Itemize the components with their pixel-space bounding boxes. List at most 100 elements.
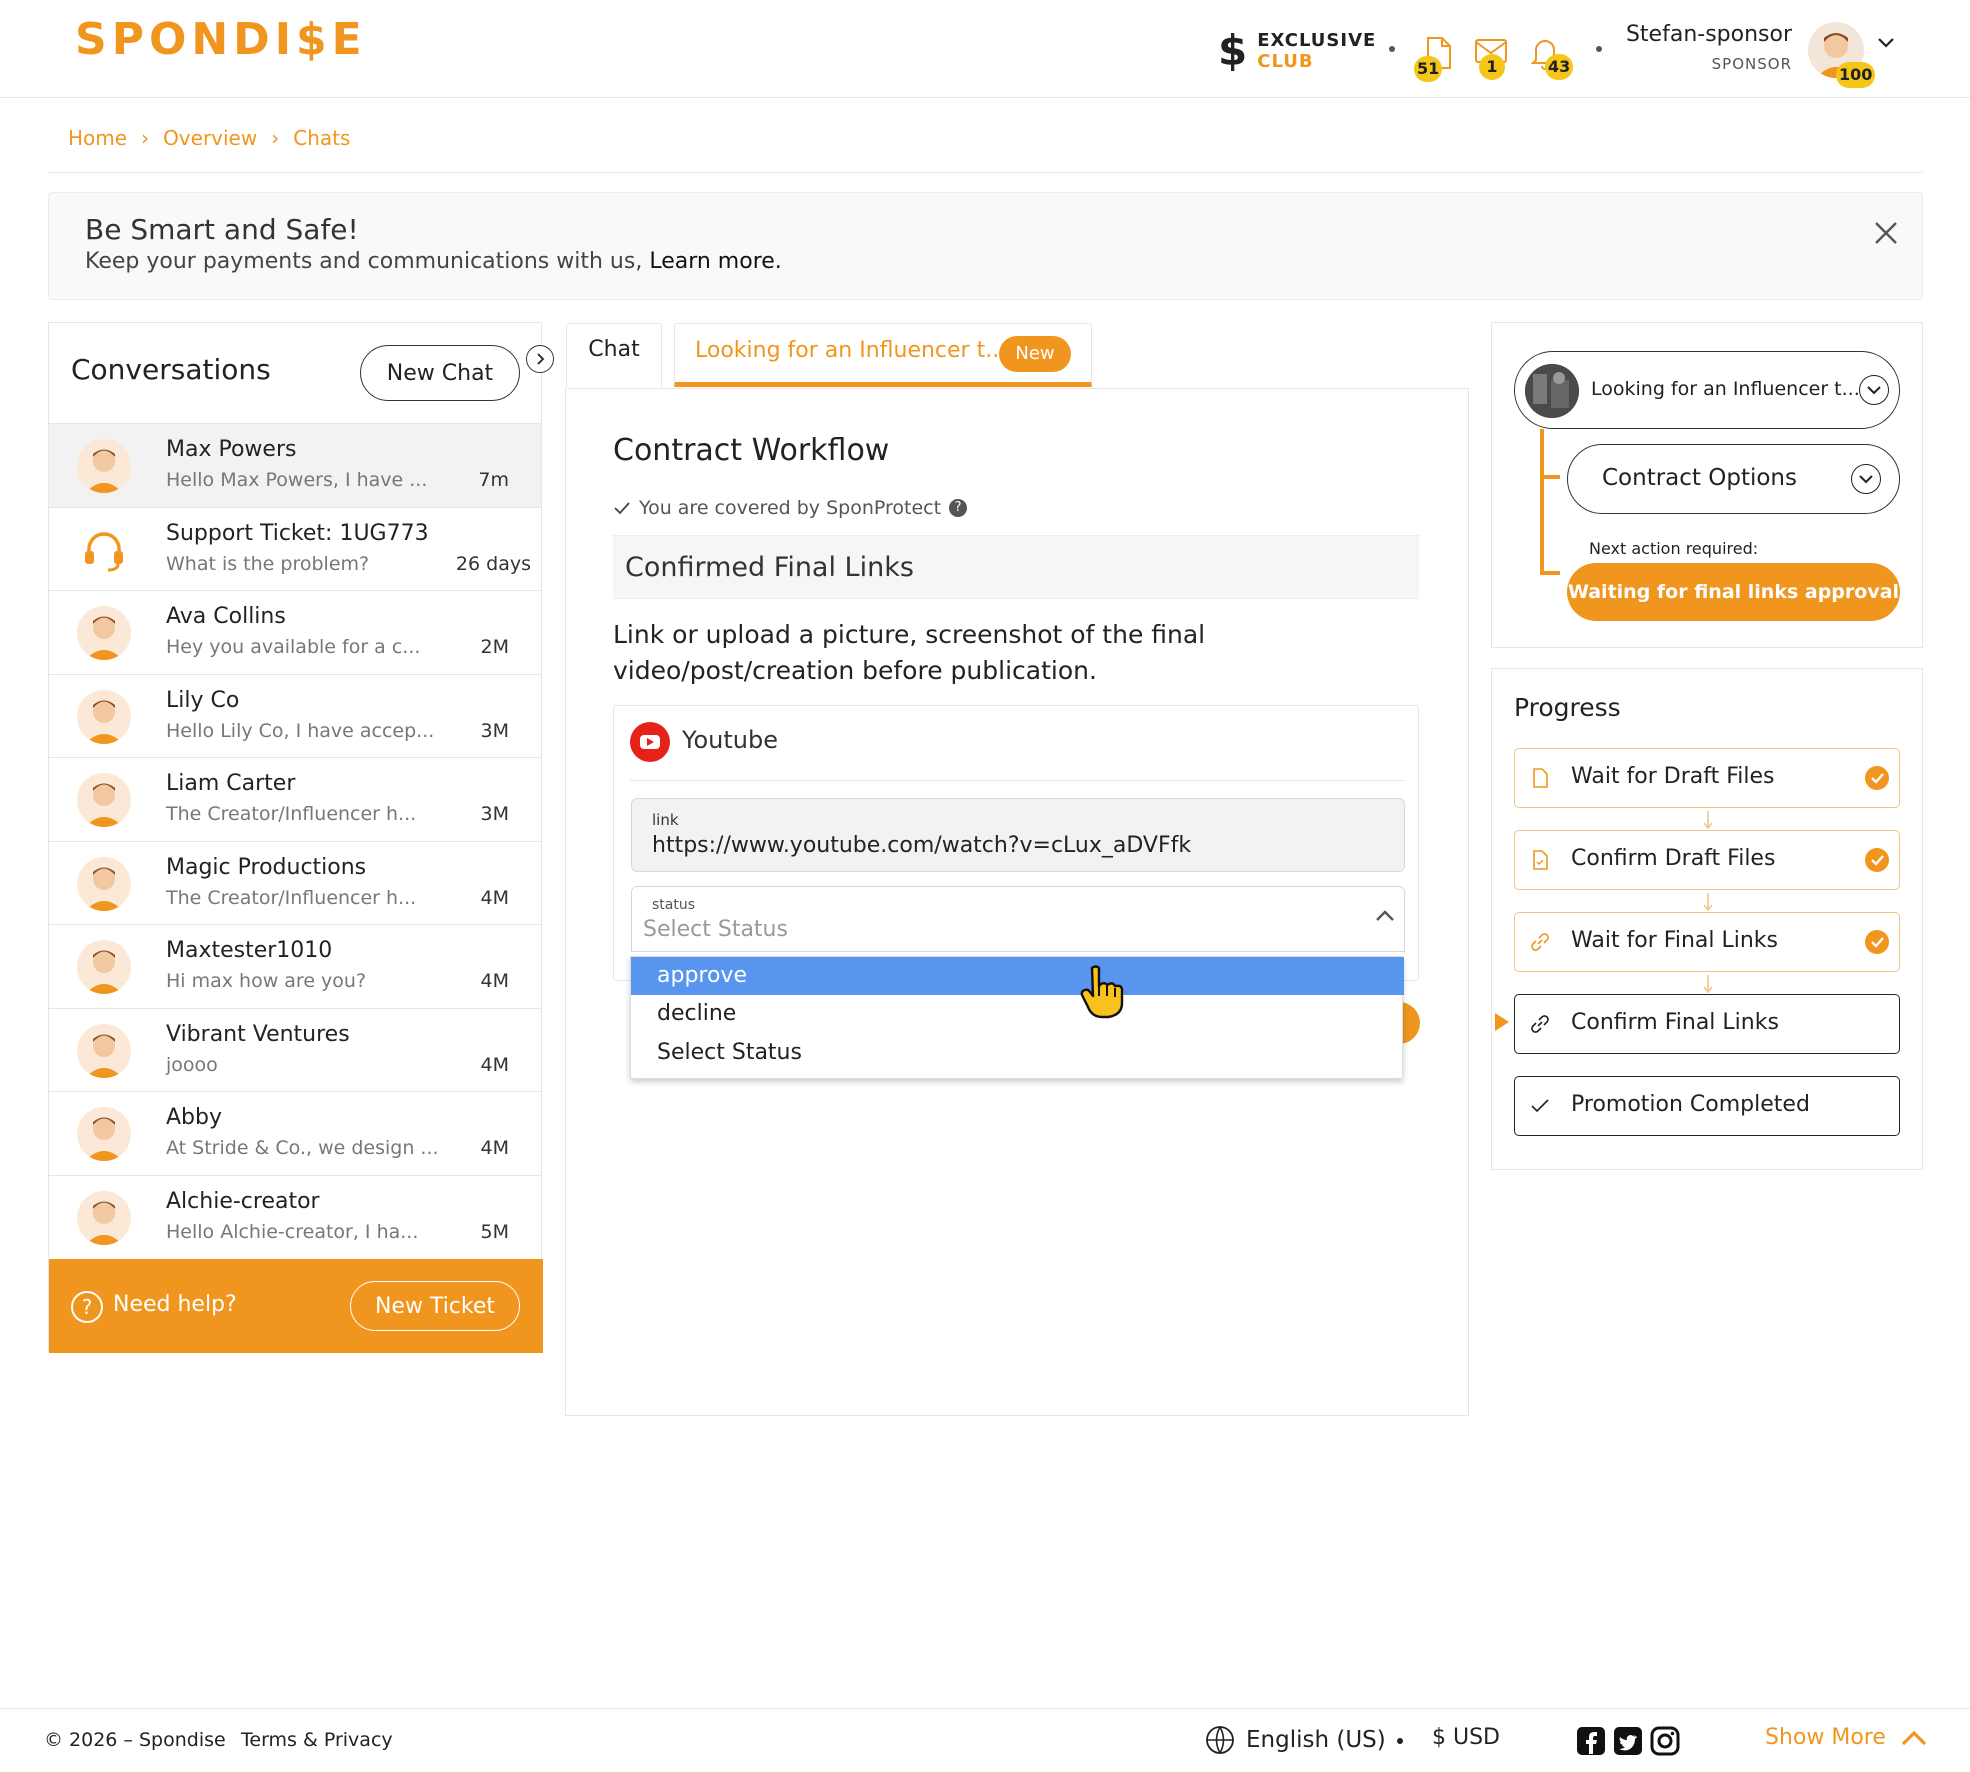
new-ticket-button[interactable]: New Ticket: [350, 1281, 520, 1331]
conversation-item[interactable]: Lily Co Hello Lily Co, I have accep... 3…: [49, 673, 541, 758]
breadcrumb-overview[interactable]: Overview: [163, 126, 257, 150]
conversation-name: Vibrant Ventures: [166, 1021, 350, 1047]
language-selector[interactable]: English (US): [1204, 1724, 1386, 1756]
conversation-item[interactable]: Maxtester1010 Hi max how are you? 4M: [49, 924, 541, 1008]
help-circle-icon[interactable]: ?: [949, 499, 968, 517]
club-line1: EXCLUSIVE: [1257, 30, 1377, 51]
banner-text: Keep your payments and communications wi…: [85, 249, 782, 274]
conversation-item[interactable]: Alchie-creator Hello Alchie-creator, I h…: [49, 1174, 541, 1259]
next-action-button[interactable]: Waiting for final links approval: [1567, 563, 1900, 621]
deal-panel: Looking for an Influencer t... Contract …: [1491, 322, 1923, 648]
learn-more-link[interactable]: Learn more.: [649, 249, 781, 274]
conversation-name: Ava Collins: [166, 604, 286, 629]
separator-dot: [1397, 1738, 1403, 1744]
next-action-label: Next action required:: [1589, 539, 1759, 558]
facebook-icon[interactable]: [1576, 1726, 1606, 1756]
terms-privacy-link[interactable]: Terms & Privacy: [241, 1729, 393, 1751]
conversation-preview: Hello Alchie-creator, I ha...: [166, 1220, 419, 1243]
breadcrumb-home[interactable]: Home: [68, 126, 127, 150]
progress-step-label: Promotion Completed: [1571, 1092, 1810, 1117]
exclusive-club-link[interactable]: $ EXCLUSIVE CLUB: [1218, 30, 1377, 73]
top-header: SPONDI$E $ EXCLUSIVE CLUB 51 1 43 Stefan…: [0, 0, 1970, 98]
status-option-select-status[interactable]: Select Status: [631, 1034, 1404, 1072]
breadcrumb: Home › Overview › Chats: [68, 126, 350, 150]
status-select[interactable]: status Select Status: [631, 886, 1405, 952]
help-bar: ? Need help? New Ticket: [49, 1259, 543, 1353]
progress-step-confirm-final-links: Confirm Final Links: [1514, 994, 1900, 1054]
banner-title: Be Smart and Safe!: [85, 213, 359, 246]
chevron-up-icon: [1376, 910, 1394, 921]
progress-step-label: Confirm Draft Files: [1571, 846, 1776, 871]
offers-count-badge: 51: [1414, 56, 1443, 82]
conversation-time: 5M: [480, 1220, 509, 1243]
avatar: [77, 606, 131, 660]
currency-selector[interactable]: $ USD: [1432, 1725, 1500, 1750]
footer: © 2026 – Spondise Terms & Privacy Englis…: [0, 1708, 1970, 1772]
check-circle-icon: [1865, 930, 1889, 954]
show-more-button[interactable]: Show More: [1765, 1725, 1928, 1750]
conversation-time: 26 days: [455, 552, 531, 575]
spondise-logo[interactable]: SPONDI$E: [75, 14, 367, 65]
conversation-item[interactable]: Ava Collins Hey you available for a c...…: [49, 590, 541, 674]
chevron-down-icon: [1859, 375, 1889, 405]
conversation-time: 4M: [480, 1137, 509, 1159]
conversation-item[interactable]: Magic Productions The Creator/Influencer…: [49, 840, 541, 925]
arrow-down-icon: [1703, 975, 1713, 994]
conversations-panel: Conversations New Chat Max Powers Hello …: [48, 322, 543, 1353]
conversation-item[interactable]: Vibrant Ventures joooo 4M: [49, 1007, 541, 1092]
twitter-icon[interactable]: [1613, 1726, 1643, 1756]
arrow-down-icon: [1703, 811, 1713, 830]
conversation-item[interactable]: Abby At Stride & Co., we design ... 4M: [49, 1091, 541, 1175]
conversation-time: 3M: [480, 719, 509, 742]
link-field[interactable]: link https://www.youtube.com/watch?v=cLu…: [631, 798, 1405, 872]
conversation-item[interactable]: Max Powers Hello Max Powers, I have ... …: [49, 423, 541, 507]
check-circle-icon: [1865, 766, 1889, 790]
close-icon[interactable]: [1870, 217, 1902, 249]
conversations-title: Conversations: [71, 353, 271, 386]
youtube-card: Youtube link https://www.youtube.com/wat…: [613, 705, 1419, 981]
avatar: [77, 1023, 131, 1078]
conversation-item[interactable]: Support Ticket: 1UG773 What is the probl…: [49, 506, 541, 591]
status-option-approve[interactable]: approve: [631, 957, 1404, 995]
status-option-decline[interactable]: decline: [631, 995, 1404, 1033]
conversation-time: 2M: [480, 636, 509, 658]
avatar: [77, 439, 131, 493]
conversation-list: Max Powers Hello Max Powers, I have ... …: [49, 423, 541, 1258]
language-label: English (US): [1246, 1727, 1386, 1753]
divider: [48, 172, 1923, 173]
divider: [630, 780, 1404, 781]
document-icon: [1533, 768, 1548, 788]
conversation-item[interactable]: Liam Carter The Creator/Influencer h... …: [49, 757, 541, 841]
tab-deal[interactable]: Looking for an Influencer t... New: [674, 323, 1092, 387]
check-circle-icon: [1865, 848, 1889, 872]
need-help-label[interactable]: Need help?: [113, 1292, 237, 1317]
contract-options-label: Contract Options: [1602, 465, 1797, 491]
deal-selector[interactable]: Looking for an Influencer t...: [1514, 351, 1900, 429]
chevron-right-icon: ›: [141, 126, 150, 150]
check-icon: [1531, 1099, 1549, 1113]
avatar: [77, 940, 131, 994]
link-label: link: [652, 811, 679, 829]
check-icon: [614, 502, 630, 515]
progress-step-wait-draft-files: Wait for Draft Files: [1514, 748, 1900, 808]
instagram-icon[interactable]: [1650, 1726, 1680, 1756]
progress-step-label: Wait for Draft Files: [1571, 764, 1775, 789]
chevron-down-icon[interactable]: [1876, 36, 1896, 50]
progress-step-label: Confirm Final Links: [1571, 1010, 1779, 1035]
conversation-preview: What is the problem?: [166, 552, 370, 575]
collapse-panel-button[interactable]: [526, 345, 554, 373]
breadcrumb-chats[interactable]: Chats: [293, 126, 350, 150]
user-name[interactable]: Stefan-sponsor: [1626, 22, 1792, 47]
avatar: [77, 1107, 131, 1161]
new-chat-button[interactable]: New Chat: [360, 345, 520, 401]
copyright: © 2026 – Spondise: [44, 1729, 226, 1751]
chevron-right-icon: ›: [271, 126, 280, 150]
separator-dot: [1596, 46, 1602, 52]
progress-step-label: Wait for Final Links: [1571, 928, 1779, 953]
link-icon: [1531, 933, 1549, 951]
contract-options-dropdown[interactable]: Contract Options: [1567, 444, 1900, 514]
conversation-preview: Hello Lily Co, I have accep...: [166, 719, 435, 742]
tree-connector: [1540, 429, 1544, 575]
tab-chat[interactable]: Chat: [566, 323, 662, 387]
arrow-down-icon: [1703, 893, 1713, 912]
